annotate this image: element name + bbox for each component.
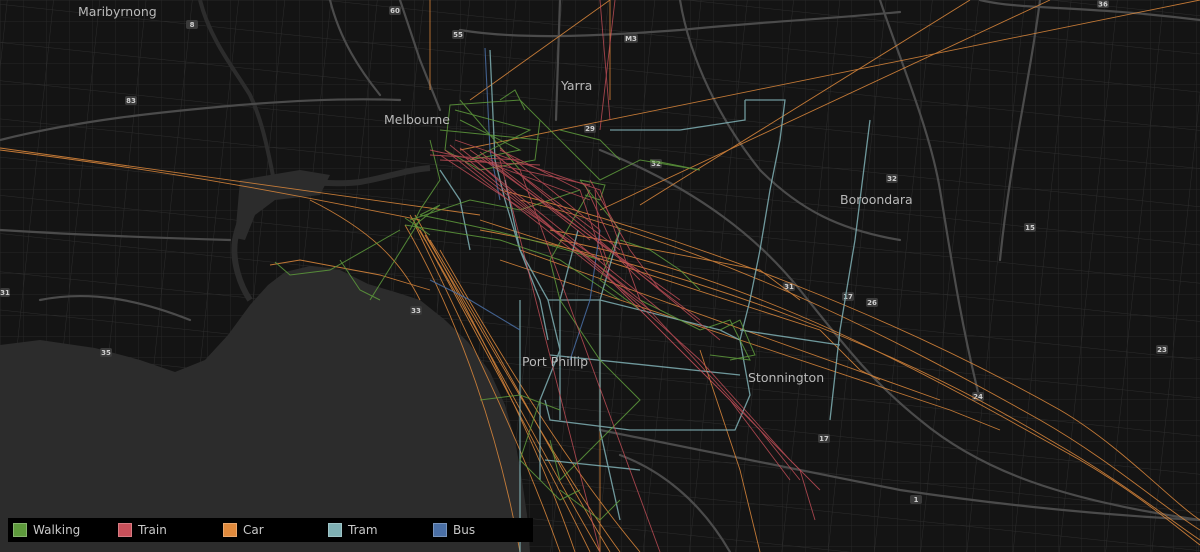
walking-swatch xyxy=(13,523,27,537)
legend-label-walking: Walking xyxy=(33,523,81,537)
legend-label-tram: Tram xyxy=(348,523,378,537)
legend-label-train: Train xyxy=(138,523,167,537)
svg-text:60: 60 xyxy=(390,7,400,15)
tram-swatch xyxy=(328,523,342,537)
legend-item-bus[interactable]: Bus xyxy=(428,523,533,537)
svg-text:17: 17 xyxy=(819,435,829,443)
svg-text:35: 35 xyxy=(101,349,111,357)
svg-text:36: 36 xyxy=(1098,1,1108,9)
map-canvas[interactable]: 60 55 83 M3 29 32 32 15 31 17 26 35 24 2… xyxy=(0,0,1200,552)
svg-text:1: 1 xyxy=(914,496,919,504)
place-label-stonnington: Stonnington xyxy=(748,370,824,385)
svg-text:31: 31 xyxy=(0,289,10,297)
legend-item-tram[interactable]: Tram xyxy=(323,523,428,537)
svg-text:8: 8 xyxy=(190,21,195,29)
legend-item-car[interactable]: Car xyxy=(218,523,323,537)
svg-text:32: 32 xyxy=(887,175,897,183)
car-swatch xyxy=(223,523,237,537)
train-swatch xyxy=(118,523,132,537)
bus-swatch xyxy=(433,523,447,537)
mode-legend: Walking Train Car Tram Bus xyxy=(8,518,533,542)
legend-label-car: Car xyxy=(243,523,264,537)
place-label-port-phillip: Port Phillip xyxy=(522,354,588,369)
place-label-melbourne: Melbourne xyxy=(384,112,450,127)
place-label-yarra: Yarra xyxy=(560,78,592,93)
svg-text:23: 23 xyxy=(1157,346,1167,354)
svg-text:33: 33 xyxy=(411,307,421,315)
svg-text:26: 26 xyxy=(867,299,877,307)
legend-label-bus: Bus xyxy=(453,523,476,537)
legend-item-walking[interactable]: Walking xyxy=(8,523,113,537)
svg-text:83: 83 xyxy=(126,97,136,105)
place-label-maribyrnong: Maribyrnong xyxy=(78,4,157,19)
place-label-boroondara: Boroondara xyxy=(840,192,913,207)
legend-item-train[interactable]: Train xyxy=(113,523,218,537)
svg-text:29: 29 xyxy=(585,125,595,133)
svg-text:55: 55 xyxy=(453,31,463,39)
svg-text:M3: M3 xyxy=(625,35,637,43)
svg-text:15: 15 xyxy=(1025,224,1035,232)
